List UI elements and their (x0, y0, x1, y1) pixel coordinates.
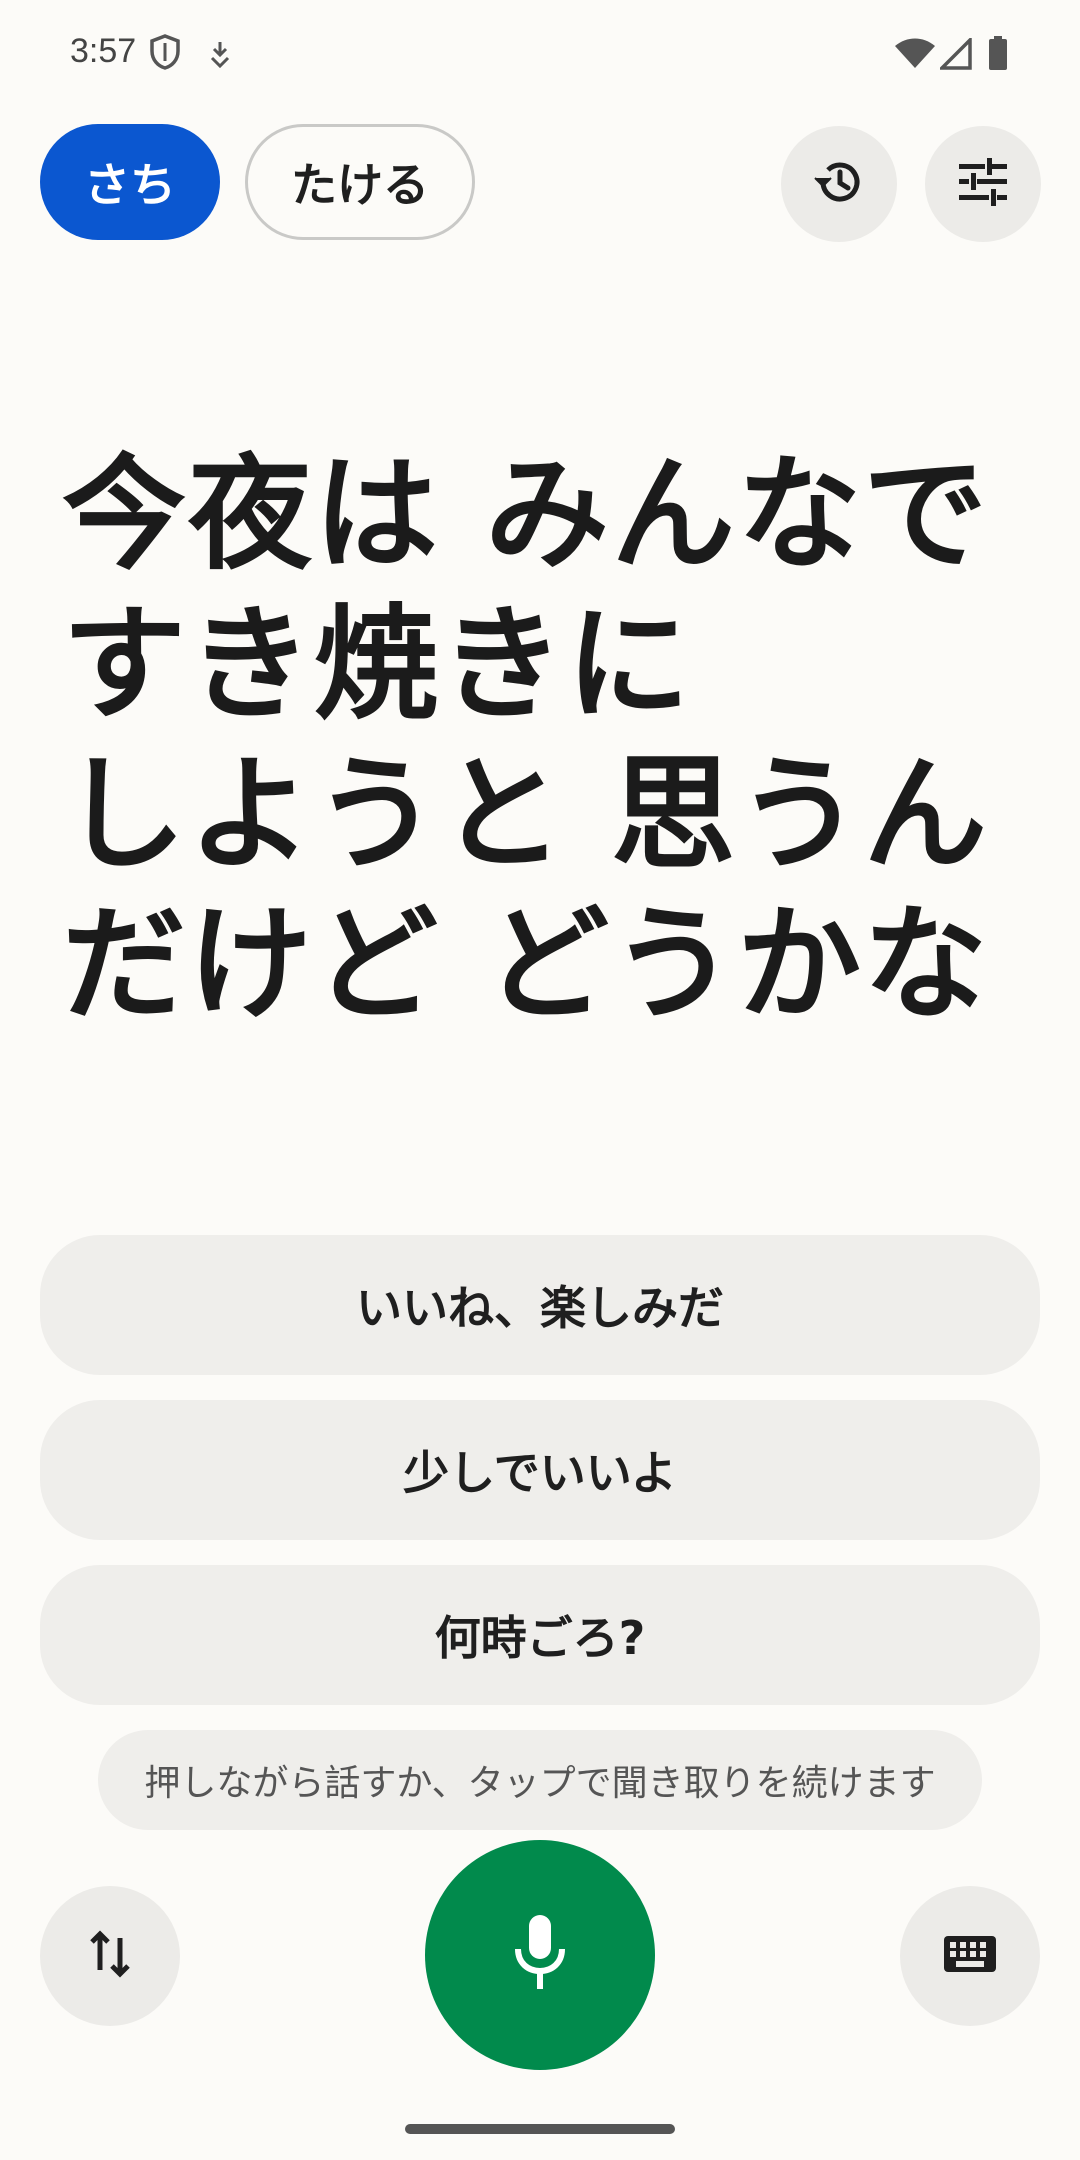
status-time: 3:57 (70, 32, 137, 70)
home-indicator[interactable] (405, 2124, 675, 2134)
suggestion-button[interactable]: 少しでいいよ (40, 1400, 1040, 1540)
suggestion-button[interactable]: 何時ごろ? (40, 1565, 1040, 1705)
shield-icon (150, 34, 180, 74)
swap-speaker-button[interactable] (40, 1886, 180, 2026)
suggestion-label: 少しでいいよ (403, 1446, 677, 1500)
location-download-icon (208, 40, 232, 72)
suggestion-label: いいね、楽しみだ (356, 1281, 724, 1335)
hint-banner: 押しながら話すか、タップで聞き取りを続けます (98, 1730, 982, 1830)
signal-icon (937, 35, 972, 74)
speaker-chip-inactive[interactable]: たける (245, 124, 475, 240)
speaker-chip-active-label: さち (84, 158, 176, 212)
swap-vertical-icon (88, 1928, 132, 1984)
settings-button[interactable] (925, 126, 1041, 242)
history-button[interactable] (781, 126, 897, 242)
transcript-line: だけど どうかな (62, 893, 990, 1037)
microphone-icon (510, 1913, 570, 1997)
suggestion-label: 何時ごろ? (434, 1611, 646, 1665)
battery-icon (988, 36, 1008, 74)
suggestion-button[interactable]: いいね、楽しみだ (40, 1235, 1040, 1375)
status-bar: 3:57 (0, 0, 1080, 110)
wifi-icon (895, 38, 935, 74)
keyboard-button[interactable] (900, 1886, 1040, 2026)
hint-text: 押しながら話すか、タップで聞き取りを続けます (144, 1763, 936, 1804)
transcript-line: しようと 思うん (62, 743, 990, 887)
speaker-chip-inactive-label: たける (291, 158, 429, 212)
keyboard-icon (942, 1934, 998, 1978)
transcript-line: 今夜は みんなで (62, 443, 990, 587)
microphone-button[interactable] (425, 1840, 655, 2070)
settings-sliders-icon (957, 156, 1009, 212)
history-icon (811, 154, 867, 214)
speaker-chip-active[interactable]: さち (40, 124, 220, 240)
transcript-text: 今夜は みんなで すき焼きに しようと 思うん だけど どうかな (62, 440, 1032, 1040)
transcript-line: すき焼きに (62, 593, 693, 737)
